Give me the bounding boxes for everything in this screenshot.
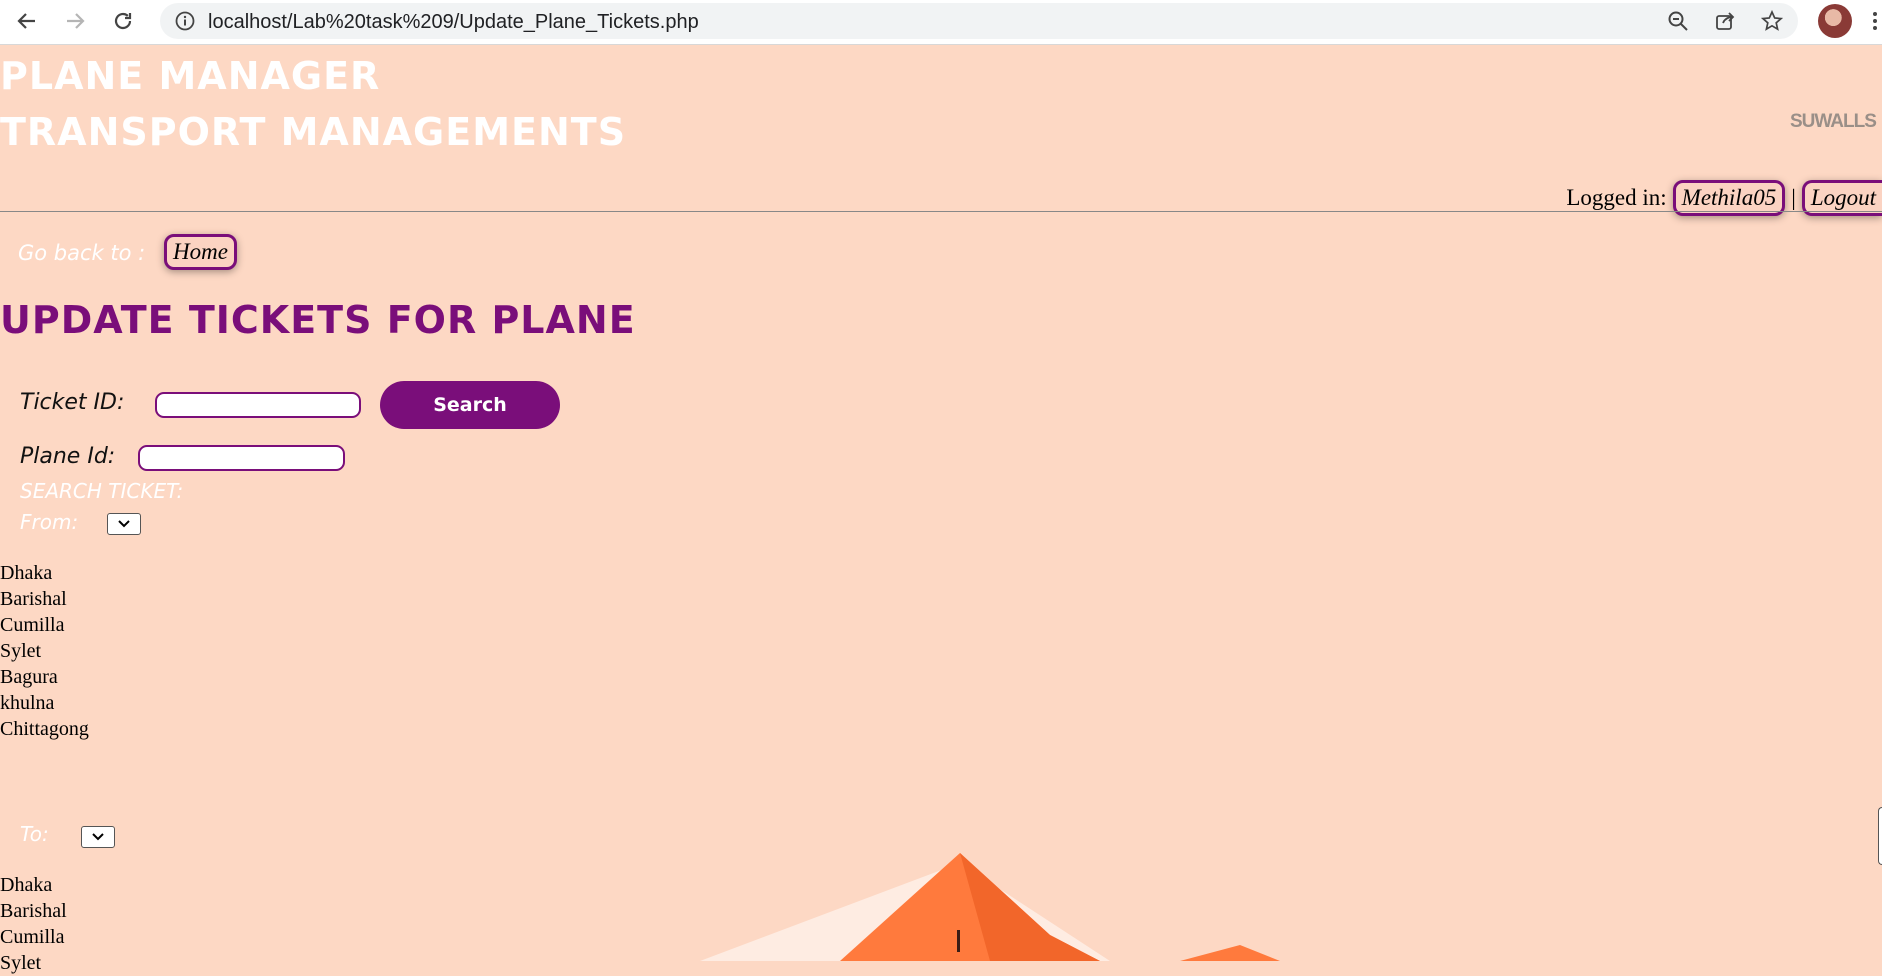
site-info-icon[interactable] — [174, 10, 196, 37]
city-option: Sylet — [0, 640, 42, 662]
city-option: Cumilla — [0, 926, 65, 948]
to-label: To: — [20, 822, 49, 846]
address-bar[interactable]: localhost/Lab%20task%209/Update_Plane_Ti… — [160, 3, 1798, 39]
chevron-down-icon — [92, 833, 104, 841]
city-option: Dhaka — [0, 562, 53, 584]
share-icon[interactable] — [1711, 7, 1739, 35]
page-scroll-handle[interactable] — [1878, 807, 1882, 865]
search-button[interactable]: Search — [380, 381, 560, 429]
logged-in-label: Logged in: — [1566, 185, 1667, 210]
city-option: Sylet — [0, 952, 42, 974]
url-text[interactable]: localhost/Lab%20task%209/Update_Plane_Ti… — [208, 11, 699, 34]
mountain-illustration — [700, 853, 1280, 961]
ticket-id-label: Ticket ID: — [20, 390, 125, 415]
to-city-list: Dhaka Barishal Cumilla Sylet — [0, 872, 67, 976]
to-select[interactable] — [81, 826, 115, 848]
site-title: PLANE MANAGER — [0, 54, 381, 98]
bookmark-star-icon[interactable] — [1758, 7, 1786, 35]
city-option: Cumilla — [0, 614, 65, 636]
go-back-label: Go back to : — [18, 241, 146, 265]
city-option: Bagura — [0, 666, 58, 688]
separator: | — [1791, 185, 1796, 210]
header-divider — [0, 211, 1882, 212]
browser-toolbar: localhost/Lab%20task%209/Update_Plane_Ti… — [0, 0, 1882, 45]
from-select[interactable] — [107, 513, 141, 535]
city-option: khulna — [0, 692, 55, 714]
page-title: UPDATE TICKETS FOR PLANE — [0, 298, 636, 342]
site-subtitle: TRANSPORT MANAGEMENTS — [0, 110, 627, 154]
city-option: Barishal — [0, 900, 67, 922]
from-city-list: Dhaka Barishal Cumilla Sylet Bagura khulna Chi… — [0, 560, 89, 742]
from-label: From: — [20, 510, 79, 534]
city-option: Barishal — [0, 588, 67, 610]
city-option: Dhaka — [0, 874, 53, 896]
profile-avatar[interactable] — [1818, 4, 1852, 38]
ticket-id-input[interactable] — [155, 392, 361, 418]
search-ticket-label: SEARCH TICKET: — [20, 479, 184, 503]
menu-icon[interactable] — [1868, 6, 1882, 36]
chevron-down-icon — [118, 520, 130, 528]
back-icon[interactable] — [12, 6, 42, 36]
city-option: Chittagong — [0, 718, 89, 740]
zoom-icon[interactable] — [1664, 7, 1692, 35]
plane-id-label: Plane Id: — [20, 444, 116, 469]
plane-id-input[interactable] — [138, 445, 345, 471]
home-link[interactable]: Home — [164, 234, 237, 270]
forward-icon[interactable] — [60, 6, 90, 36]
brand-watermark: SUWALLS — [1790, 111, 1877, 132]
reload-icon[interactable] — [108, 6, 138, 36]
